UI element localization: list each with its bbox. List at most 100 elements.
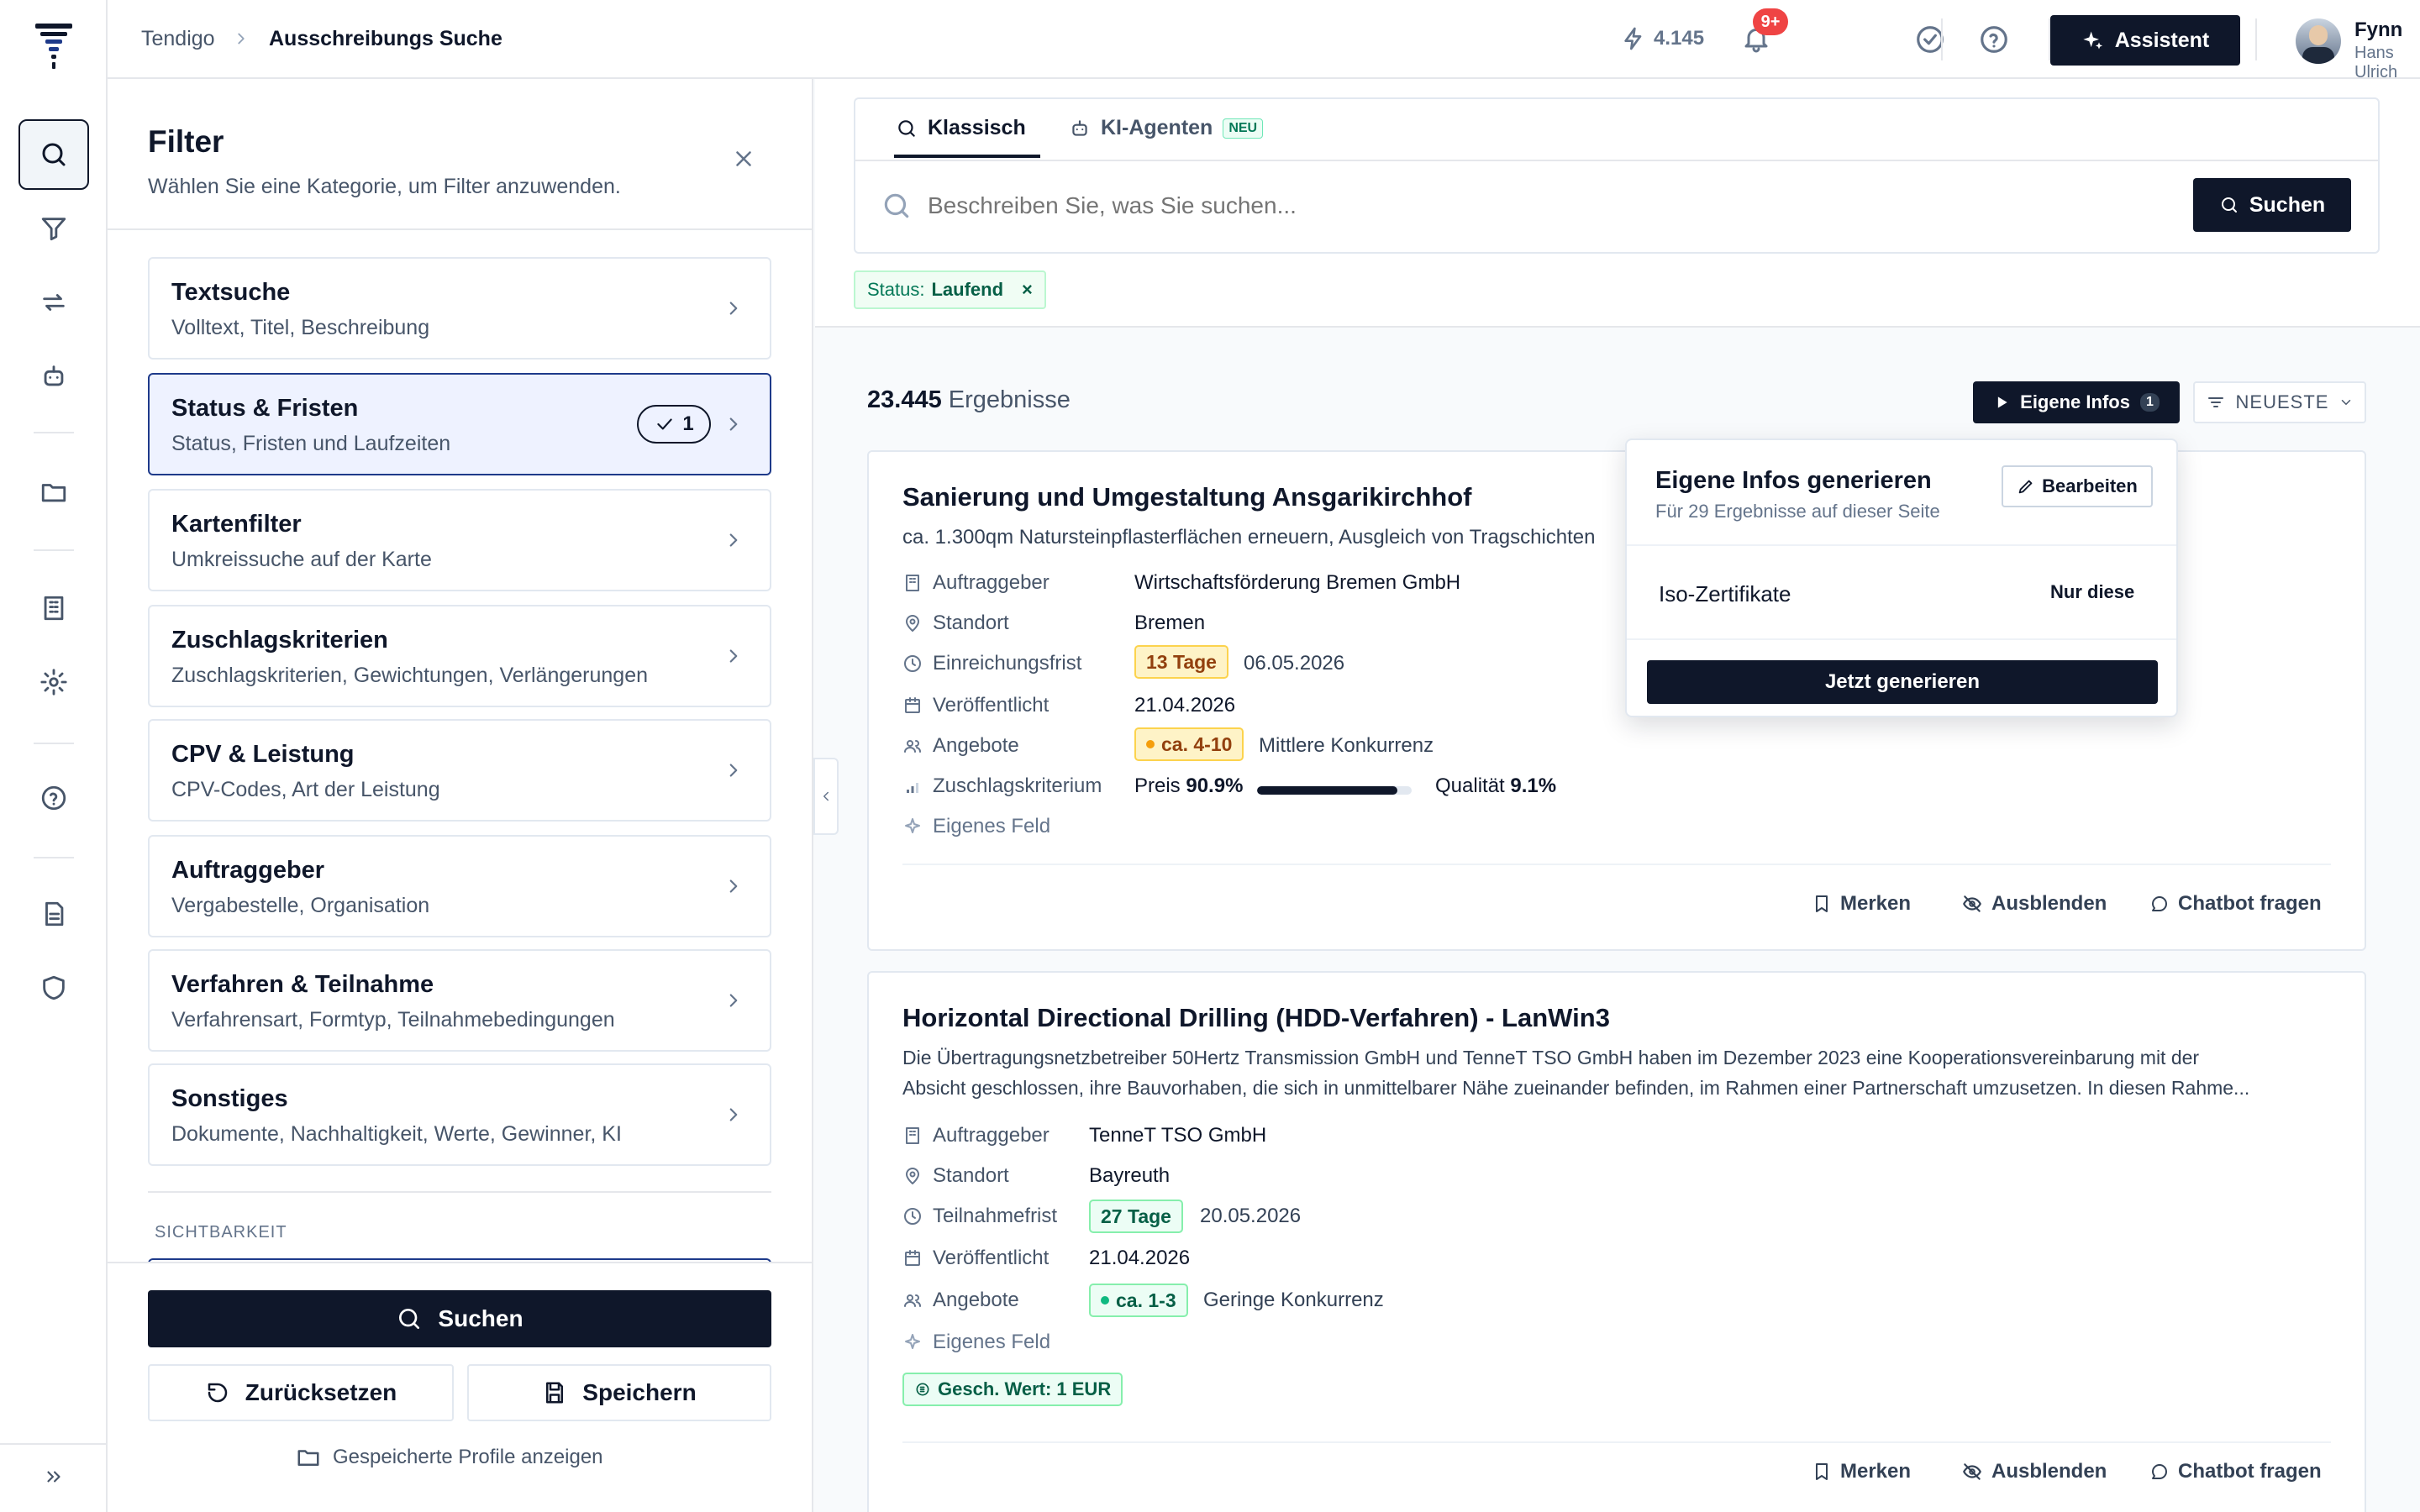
chevron-right-icon — [238, 33, 245, 45]
chatbot-button[interactable]: Chatbot fragen — [2149, 1460, 2322, 1483]
competition-text: Mittlere Konkurrenz — [1259, 734, 1434, 757]
category-subtitle: Vergabestelle, Organisation — [171, 894, 430, 917]
filter-category-textsuche[interactable]: Textsuche Volltext, Titel, Beschreibung — [148, 257, 771, 360]
rail-repeat-button[interactable] — [18, 267, 89, 338]
generate-now-button[interactable]: Jetzt generieren — [1647, 660, 2158, 704]
close-icon[interactable] — [731, 146, 756, 171]
rail-folder-button[interactable] — [18, 457, 89, 528]
building-icon — [906, 1127, 919, 1144]
location-label: Standort — [933, 612, 1009, 634]
status-filter-chip[interactable]: Status: Laufend × — [854, 270, 1046, 309]
rail-settings-button[interactable] — [18, 647, 89, 717]
result-description-line1: Die Übertragungsnetzbetreiber 50Hertz Tr… — [902, 1047, 2200, 1068]
category-title: Zuschlagskriterien — [171, 627, 388, 654]
client-value: Wirtschaftsförderung Bremen GmbH — [1134, 571, 1461, 594]
status-dot — [1101, 1296, 1109, 1305]
published-date: 21.04.2026 — [1089, 1247, 1191, 1269]
filter-category-sonstiges[interactable]: Sonstiges Dokumente, Nachhaltigkeit, Wer… — [148, 1063, 771, 1166]
deadline-date: 06.05.2026 — [1244, 652, 1345, 675]
rail-building-button[interactable] — [18, 573, 89, 643]
chevron-right-icon — [729, 417, 738, 431]
rail-shield-button[interactable] — [18, 953, 89, 1023]
eye-off-icon — [1963, 1463, 1981, 1480]
hide-button[interactable]: Ausblenden — [1961, 1460, 2107, 1483]
bookmark-button[interactable]: Merken — [1812, 892, 1911, 916]
tab-classic[interactable]: Klassisch — [896, 116, 1026, 140]
expand-sidebar-button[interactable] — [18, 1445, 89, 1509]
result-title[interactable]: Sanierung und Umgestaltung Ansgarikirchh… — [902, 482, 1471, 512]
chip-remove-icon[interactable]: × — [1022, 279, 1033, 301]
competition-text: Geringe Konkurrenz — [1203, 1289, 1384, 1311]
offers-badge: ca. 4-10 — [1134, 727, 1244, 761]
save-label: Speichern — [582, 1379, 697, 1405]
result-card[interactable]: Horizontal Directional Drilling (HDD-Ver… — [867, 971, 2366, 1512]
bookmark-label: Merken — [1840, 892, 1912, 915]
chat-icon — [2152, 896, 2167, 911]
rail-document-button[interactable] — [18, 879, 89, 949]
edit-label: Bearbeiten — [2042, 475, 2138, 496]
notification-badge: 9+ — [1753, 8, 1788, 35]
filter-category-auftraggeber[interactable]: Auftraggeber Vergabestelle, Organisation — [148, 835, 771, 937]
collapse-filter-handle[interactable] — [813, 758, 839, 835]
calendar-icon — [905, 1250, 920, 1266]
offers-badge-text: ca. 4-10 — [1161, 732, 1233, 755]
sort-dropdown[interactable]: NEUESTE — [2193, 381, 2366, 423]
offers-label: Angebote — [933, 734, 1019, 757]
value-badge-text: Gesch. Wert: 1 EUR — [938, 1378, 1112, 1399]
chatbot-button[interactable]: Chatbot fragen — [2149, 892, 2322, 916]
shield-icon — [43, 975, 65, 1000]
filter-subtitle: Wählen Sie eine Kategorie, um Filter anz… — [148, 175, 621, 198]
assistant-button[interactable]: Assistent — [2050, 15, 2240, 66]
only-this-button[interactable]: Nur diese — [2050, 581, 2134, 603]
filter-category-verfahren[interactable]: Verfahren & Teilnahme Verfahrensart, For… — [148, 949, 771, 1052]
credits-counter[interactable]: 4.145 — [1620, 25, 1704, 52]
search-button[interactable]: Suchen — [2193, 178, 2351, 232]
rail-help-button[interactable] — [18, 763, 89, 833]
filter-search-label: Suchen — [438, 1305, 523, 1331]
info-item-label: Iso-Zertifikate — [1659, 581, 1791, 606]
filter-category-status[interactable]: Status & Fristen Status, Fristen und Lau… — [148, 373, 771, 475]
breadcrumb-root[interactable]: Tendigo — [141, 27, 215, 51]
result-title[interactable]: Horizontal Directional Drilling (HDD-Ver… — [902, 1003, 1610, 1033]
chevron-right-icon — [729, 1108, 738, 1121]
filter-search-button[interactable]: Suchen — [148, 1290, 771, 1347]
rail-search-button[interactable] — [18, 119, 89, 190]
category-title: CPV & Leistung — [171, 741, 355, 768]
pencil-icon — [2018, 480, 2033, 494]
chevron-right-icon — [729, 302, 738, 315]
saved-profiles-link[interactable]: Gespeicherte Profile anzeigen — [296, 1445, 603, 1470]
bar-chart-icon — [907, 783, 918, 793]
filter-category-karte[interactable]: Kartenfilter Umkreissuche auf der Karte — [148, 489, 771, 591]
reset-button[interactable]: Zurücksetzen — [148, 1364, 454, 1421]
category-title: Status & Fristen — [171, 395, 359, 422]
chatbot-label: Chatbot fragen — [2178, 1460, 2322, 1483]
bookmark-button[interactable]: Merken — [1812, 1460, 1911, 1483]
visibility-section-label: SICHTBARKEIT — [155, 1223, 287, 1242]
reset-icon — [208, 1383, 227, 1403]
avatar[interactable] — [2296, 18, 2341, 64]
app-logo[interactable] — [35, 24, 72, 71]
own-info-button[interactable]: Eigene Infos 1 — [1973, 381, 2180, 423]
published-label: Veröffentlicht — [933, 1247, 1050, 1269]
help-icon — [1981, 26, 2007, 53]
rail-filter-button[interactable] — [18, 193, 89, 264]
filter-category-cpv[interactable]: CPV & Leistung CPV-Codes, Art der Leistu… — [148, 719, 771, 822]
tab-ki-agents[interactable]: KI-Agenten NEU — [1069, 116, 1264, 140]
edit-button[interactable]: Bearbeiten — [2002, 465, 2153, 507]
clock-icon — [904, 1208, 921, 1225]
user-subtitle: Hans Ulrich — [2354, 44, 2398, 81]
tab-agents-label: KI-Agenten — [1101, 116, 1213, 139]
rail-agents-button[interactable] — [18, 341, 89, 412]
filter-category-zuschlag[interactable]: Zuschlagskriterien Zuschlagskriterien, G… — [148, 605, 771, 707]
save-button[interactable]: Speichern — [467, 1364, 771, 1421]
search-input[interactable] — [928, 183, 2104, 228]
results-count-label: Ergebnisse — [948, 386, 1071, 413]
reset-label: Zurücksetzen — [245, 1379, 397, 1405]
status-dot — [1146, 740, 1155, 748]
own-info-count: 1 — [2139, 393, 2160, 412]
help-button[interactable] — [1978, 24, 2010, 55]
criteria-bar — [1257, 786, 1412, 795]
client-value: TenneT TSO GmbH — [1089, 1124, 1267, 1147]
hide-button[interactable]: Ausblenden — [1961, 892, 2107, 916]
clock-icon — [904, 655, 921, 672]
